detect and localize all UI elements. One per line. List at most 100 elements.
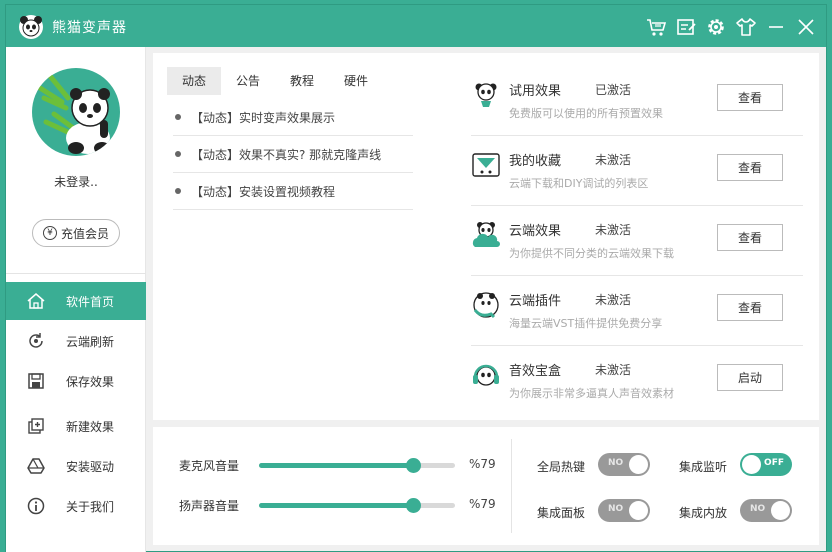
feature-status: 未激活 [595,363,632,377]
launch-sound-box-button[interactable]: 启动 [717,364,783,391]
view-cloud-effects-button[interactable]: 查看 [717,224,783,251]
news-tabs: 动态 公告 教程 硬件 [167,67,383,95]
nav-item-label: 软件首页 [66,294,115,309]
toggle-knob [771,501,790,520]
sidebar: 未登录.. ¥ 充值会员 软件首页 云端刷新 保存效果 新建效果 安装驱动 关于… [6,47,146,552]
home-panel: 动态 公告 教程 硬件 【动态】实时变声效果展示 【动态】效果不真实? 那就克隆… [153,53,819,420]
title-bar: 熊猫变声器 [6,5,826,47]
toggle-state-text: OFF [764,458,784,468]
feature-row-sound-box: 音效宝盒 未激活 为你展示非常多逼真人声音效素材 启动 [471,346,803,416]
feature-name: 云端插件 [509,294,562,309]
gear-icon[interactable] [705,16,727,38]
yen-icon: ¥ [42,226,57,240]
integrated-panel-toggle[interactable]: NO [598,499,650,522]
shirt-icon[interactable] [735,16,757,38]
feature-name: 我的收藏 [509,154,562,169]
recharge-vip-label: 充值会员 [60,226,109,241]
feature-row-my-favorites: 我的收藏 未激活 云端下载和DIY调试的列表区 查看 [471,136,803,206]
tab-news[interactable]: 动态 [167,67,221,95]
new-icon [26,416,46,436]
nav-item-label: 安装驱动 [66,459,115,474]
global-hotkey-toggle[interactable]: NO [598,453,650,476]
bullet-dot [175,188,181,194]
edit-icon[interactable] [675,16,697,38]
panda-avatar-icon [37,73,110,154]
minimize-icon[interactable] [765,16,787,38]
feature-status: 未激活 [595,293,632,307]
mic-volume-fill [259,463,414,468]
news-item-text: 【动态】实时变声效果展示 [191,110,336,125]
news-item-text: 【动态】效果不真实? 那就克隆声线 [191,147,382,162]
nav-item-label: 新建效果 [66,419,115,434]
feature-name: 云端效果 [509,224,562,239]
integrated-monitor-toggle[interactable]: OFF [740,453,792,476]
feature-description: 海量云端VST插件提供免费分享 [509,317,663,330]
news-item[interactable]: 【动态】实时变声效果展示 [173,99,413,136]
feature-description: 免费版可以使用的所有预置效果 [509,107,663,120]
favorite-icon [472,153,500,177]
audio-controls-panel: 麦克风音量 %79 扬声器音量 %79 全局热键 NO 集成监听 OFF 集成面… [153,427,819,545]
login-status[interactable]: 未登录.. [6,173,146,190]
speaker-volume-value: %79 [469,497,496,511]
integrated-playback-toggle[interactable]: NO [740,499,792,522]
integrated-monitor-label: 集成监听 [679,460,728,474]
news-item[interactable]: 【动态】安装设置视频教程 [173,173,413,210]
cloud-icon [472,222,500,247]
speaker-volume-thumb[interactable] [405,498,421,513]
integrated-panel-label: 集成面板 [537,506,586,520]
view-my-favorites-button[interactable]: 查看 [717,154,783,181]
close-icon[interactable] [795,16,817,38]
speaker-volume-label: 扬声器音量 [179,499,240,513]
controls-divider [511,439,512,533]
nav-item-label: 关于我们 [66,499,115,514]
refresh-icon [26,331,46,351]
feature-name: 试用效果 [509,84,562,99]
nav-item-label: 保存效果 [66,374,115,389]
global-hotkey-label: 全局热键 [537,460,586,474]
tab-hardware[interactable]: 硬件 [329,67,383,95]
toggle-knob [629,455,648,474]
save-icon [26,371,46,391]
bullet-dot [175,114,181,120]
news-item-text: 【动态】安装设置视频教程 [191,184,336,199]
avatar[interactable] [32,68,120,156]
mic-volume-row: 麦克风音量 %79 [179,455,499,475]
speaker-volume-slider[interactable] [259,498,455,513]
app-window: 熊猫变声器 未登录.. ¥ 充值会员 软件首页 云端刷新 保存效果 新建效果 安… [5,4,827,552]
speaker-volume-fill [259,503,414,508]
recharge-vip-button[interactable]: ¥ 充值会员 [32,219,120,247]
headphones-icon [473,364,499,386]
news-item[interactable]: 【动态】效果不真实? 那就克隆声线 [173,136,413,173]
cart-icon[interactable] [645,16,667,38]
toggle-knob [742,455,761,474]
toggle-state-text: NO [608,458,624,468]
nav-item-new-effect[interactable]: 新建效果 [6,407,146,445]
toggle-state-text: NO [750,504,766,514]
mic-volume-slider[interactable] [259,458,455,473]
info-icon [26,496,46,516]
feature-status: 未激活 [595,223,632,237]
mic-volume-thumb[interactable] [405,458,421,473]
feature-row-trial-effects: 试用效果 已激活 免费版可以使用的所有预置效果 查看 [471,66,803,136]
panda-trial-icon [475,83,497,107]
feature-name: 音效宝盒 [509,364,562,379]
nav-item-install-driver[interactable]: 安装驱动 [6,447,146,485]
mic-volume-value: %79 [469,457,496,471]
tab-announcement[interactable]: 公告 [221,67,275,95]
nav-item-save-effect[interactable]: 保存效果 [6,362,146,400]
speaker-volume-row: 扬声器音量 %79 [179,495,499,515]
view-cloud-plugins-button[interactable]: 查看 [717,294,783,321]
feature-description: 为你提供不同分类的云端效果下载 [509,247,674,260]
feature-description: 为你展示非常多逼真人声音效素材 [509,387,674,400]
feature-row-cloud-effects: 云端效果 未激活 为你提供不同分类的云端效果下载 查看 [471,206,803,276]
view-trial-effects-button[interactable]: 查看 [717,84,783,111]
nav-item-about-us[interactable]: 关于我们 [6,487,146,525]
bullet-dot [175,151,181,157]
nav-item-home[interactable]: 软件首页 [6,282,146,320]
app-title: 熊猫变声器 [52,20,127,36]
nav-item-cloud-refresh[interactable]: 云端刷新 [6,322,146,360]
nav-item-label: 云端刷新 [66,334,115,349]
nav-divider [6,273,146,274]
tab-tutorial[interactable]: 教程 [275,67,329,95]
news-list: 【动态】实时变声效果展示 【动态】效果不真实? 那就克隆声线 【动态】安装设置视… [173,99,413,210]
